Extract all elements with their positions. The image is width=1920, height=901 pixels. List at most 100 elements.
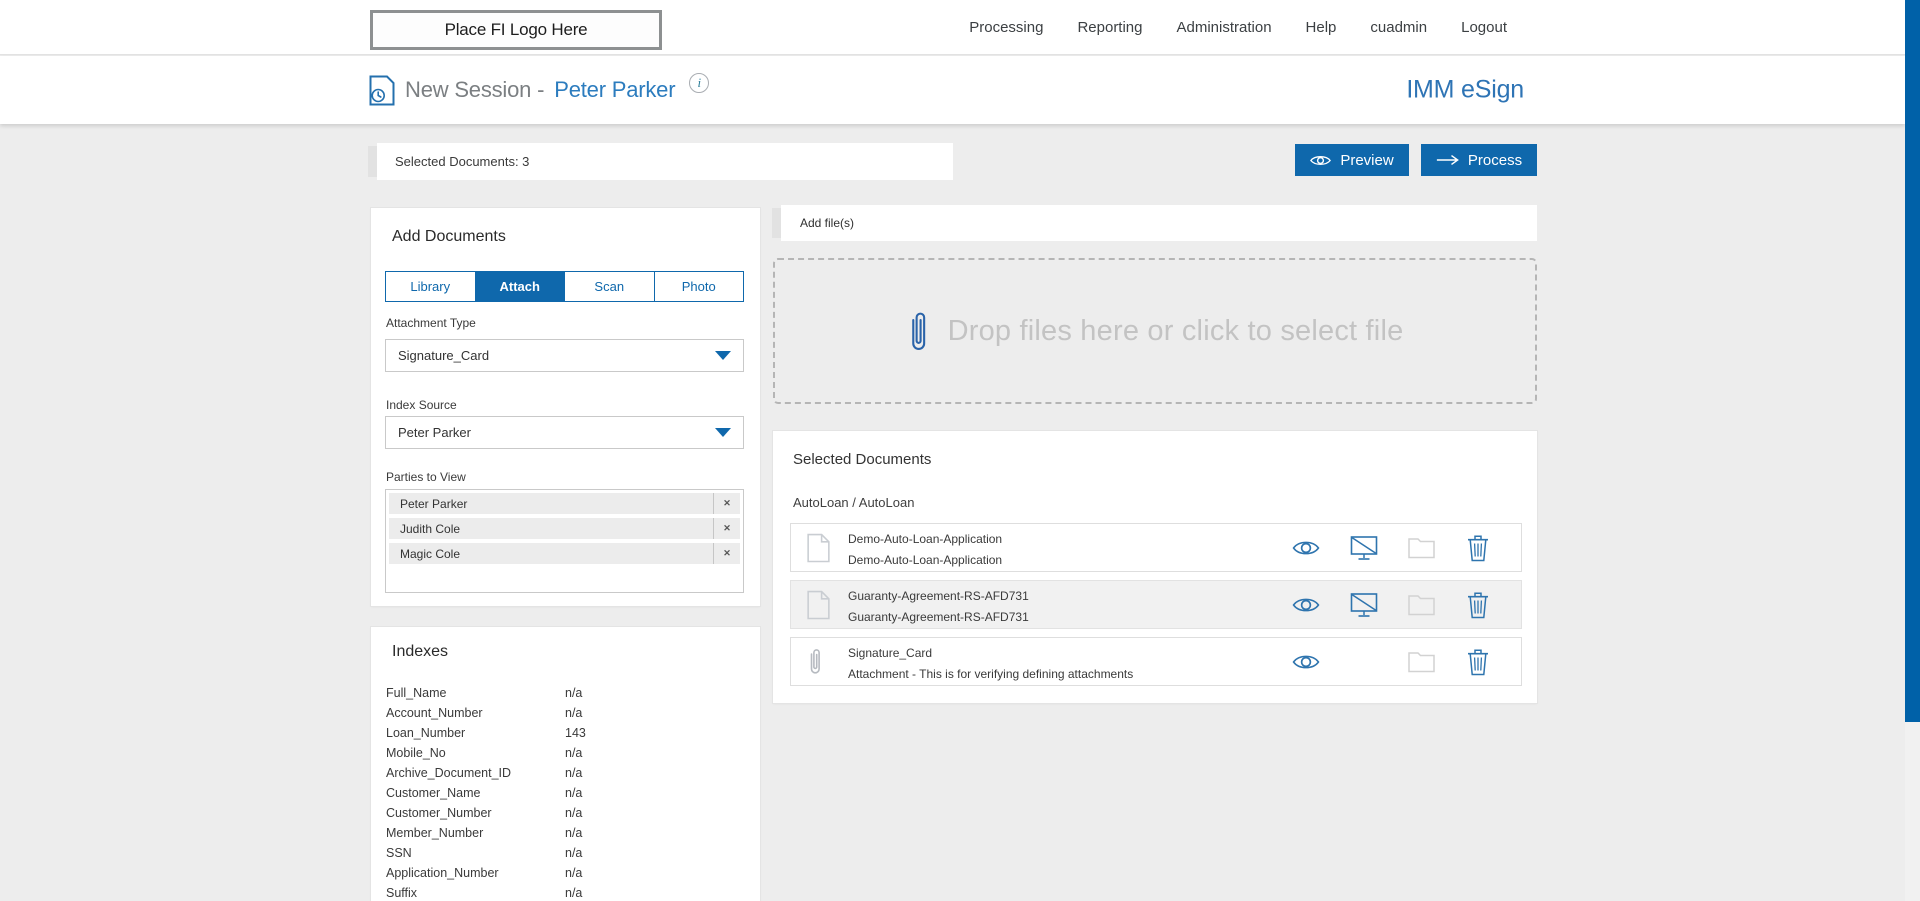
document-row: Demo-Auto-Loan-Application Demo-Auto-Loa… [790, 523, 1522, 572]
index-value: n/a [565, 686, 582, 700]
index-row: Full_Name n/a [386, 683, 750, 703]
process-button-label: Process [1468, 152, 1522, 169]
index-row: Loan_Number 143 [386, 723, 750, 743]
folder-icon[interactable] [1408, 594, 1435, 615]
add-documents-panel: Add Documents LibraryAttachScanPhoto Att… [371, 208, 760, 606]
folder-icon[interactable] [1408, 537, 1435, 558]
nav-link-administration[interactable]: Administration [1177, 19, 1272, 36]
index-label: Full_Name [386, 686, 565, 700]
preview-button[interactable]: Preview [1295, 144, 1409, 176]
remove-party-icon[interactable]: ✕ [713, 543, 740, 564]
fi-logo-text: Place FI Logo Here [445, 20, 588, 40]
add-documents-title: Add Documents [392, 228, 506, 246]
tab-scan[interactable]: Scan [565, 272, 655, 301]
tab-photo[interactable]: Photo [655, 272, 744, 301]
attachment-type-select[interactable]: Signature_Card [385, 339, 744, 372]
index-label: Customer_Name [386, 786, 565, 800]
indexes-panel: Indexes Full_Name n/a Account_Number n/a… [371, 627, 760, 901]
add-files-bar: Add file(s) [781, 205, 1537, 241]
document-title: Guaranty-Agreement-RS-AFD731 [848, 589, 1029, 603]
party-item: Peter Parker ✕ [389, 493, 740, 514]
eye-icon [1310, 154, 1331, 167]
parties-to-view-label: Parties to View [386, 470, 466, 484]
session-history-icon [369, 75, 395, 106]
index-value: n/a [565, 746, 582, 760]
chevron-down-icon [715, 351, 731, 360]
index-label: Application_Number [386, 866, 565, 880]
remove-party-icon[interactable]: ✕ [713, 518, 740, 539]
party-name: Peter Parker [389, 493, 713, 514]
delete-document-icon[interactable] [1467, 534, 1489, 561]
fi-logo-placeholder: Place FI Logo Here [370, 10, 662, 50]
delete-document-icon[interactable] [1467, 648, 1489, 675]
preview-document-icon[interactable] [1292, 539, 1320, 556]
attachment-type-value: Signature_Card [398, 348, 489, 363]
selected-count-accent [368, 146, 377, 177]
document-file-icon [807, 533, 830, 562]
chevron-down-icon [715, 428, 731, 437]
tab-library[interactable]: Library [386, 272, 476, 301]
scrollbar-track[interactable] [1905, 0, 1920, 901]
index-row: Suffix n/a [386, 883, 750, 901]
index-value: n/a [565, 846, 582, 860]
screen: Place FI Logo Here Processing Reporting Ad… [0, 0, 1920, 901]
preview-document-icon[interactable] [1292, 653, 1320, 670]
nav-link-cuadmin[interactable]: cuadmin [1370, 19, 1427, 36]
add-files-accent [772, 208, 781, 238]
nav-link-help[interactable]: Help [1306, 19, 1337, 36]
nav-link-reporting[interactable]: Reporting [1077, 19, 1142, 36]
index-value: n/a [565, 766, 582, 780]
index-row: Account_Number n/a [386, 703, 750, 723]
index-value: 143 [565, 726, 586, 740]
remove-party-icon[interactable]: ✕ [713, 493, 740, 514]
add-documents-tabs: LibraryAttachScanPhoto [385, 271, 744, 302]
index-source-select[interactable]: Peter Parker [385, 416, 744, 449]
delete-document-icon[interactable] [1467, 591, 1489, 618]
attachment-paperclip-icon [807, 646, 824, 677]
selected-count-bar: Selected Documents: 3 [377, 143, 953, 180]
nav-link-logout[interactable]: Logout [1461, 19, 1507, 36]
index-value: n/a [565, 826, 582, 840]
index-label: Suffix [386, 886, 565, 900]
nav-link-processing[interactable]: Processing [969, 19, 1043, 36]
info-icon[interactable]: i [689, 73, 709, 93]
document-title: Demo-Auto-Loan-Application [848, 532, 1002, 546]
top-navbar: Place FI Logo Here Processing Reporting Ad… [0, 0, 1905, 55]
index-label: Loan_Number [386, 726, 565, 740]
index-row: Mobile_No n/a [386, 743, 750, 763]
indexes-title: Indexes [392, 643, 448, 661]
paperclip-icon [907, 308, 930, 355]
preview-document-icon[interactable] [1292, 596, 1320, 613]
document-subtitle: Demo-Auto-Loan-Application [848, 553, 1002, 567]
indexes-rows: Full_Name n/a Account_Number n/a Loan_Nu… [386, 683, 750, 901]
index-label: Mobile_No [386, 746, 565, 760]
index-label: Customer_Number [386, 806, 565, 820]
tab-attach[interactable]: Attach [476, 272, 566, 301]
index-row: Customer_Name n/a [386, 783, 750, 803]
folder-icon[interactable] [1408, 651, 1435, 672]
document-subtitle: Attachment - This is for verifying defin… [848, 667, 1133, 681]
header: New Session - Peter Parker i IMM eSign [0, 56, 1905, 124]
party-item: Magic Cole ✕ [389, 543, 740, 564]
remote-monitor-icon[interactable] [1350, 592, 1378, 617]
scrollbar-thumb[interactable] [1905, 0, 1920, 722]
index-source-value: Peter Parker [398, 425, 471, 440]
document-row: Signature_Card Attachment - This is for … [790, 637, 1522, 686]
arrow-right-icon [1436, 154, 1459, 166]
session-user-link[interactable]: Peter Parker [554, 77, 675, 103]
remote-monitor-icon[interactable] [1350, 535, 1378, 560]
index-row: SSN n/a [386, 843, 750, 863]
selected-documents-title: Selected Documents [793, 451, 931, 468]
parties-listbox[interactable]: Peter Parker ✕ Judith Cole ✕ Magic Cole … [385, 489, 744, 593]
index-value: n/a [565, 866, 582, 880]
session-title: New Session - Peter Parker i [369, 56, 709, 124]
dropzone-text: Drop files here or click to select file [948, 315, 1404, 348]
document-group-label: AutoLoan / AutoLoan [793, 495, 914, 510]
party-item: Judith Cole ✕ [389, 518, 740, 539]
index-label: SSN [386, 846, 565, 860]
index-row: Archive_Document_ID n/a [386, 763, 750, 783]
party-name: Magic Cole [389, 543, 713, 564]
index-value: n/a [565, 806, 582, 820]
file-dropzone[interactable]: Drop files here or click to select file [773, 258, 1537, 404]
process-button[interactable]: Process [1421, 144, 1537, 176]
